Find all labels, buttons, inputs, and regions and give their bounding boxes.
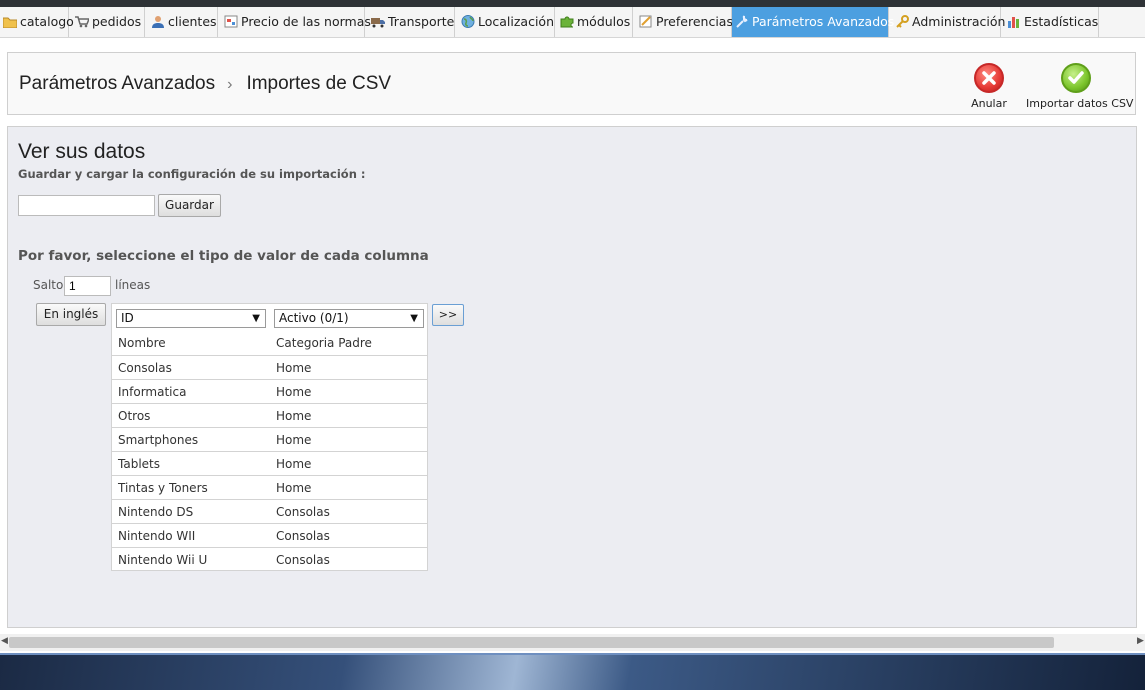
table-cell: Nintendo WII	[118, 529, 196, 543]
save-button[interactable]: Guardar	[158, 194, 221, 217]
scroll-right-icon[interactable]: ▶	[1137, 636, 1144, 646]
tab-pedidos[interactable]: pedidos	[72, 7, 145, 37]
main-panel: Ver sus datos Guardar y cargar la config…	[7, 126, 1137, 628]
breadcrumb-parent[interactable]: Parámetros Avanzados	[19, 73, 215, 94]
scrollbar-thumb[interactable]	[9, 637, 1054, 648]
checkmark-icon	[1061, 63, 1091, 93]
breadcrumb-separator-icon: ›	[227, 76, 233, 93]
table-cell: Tintas y Toners	[118, 481, 208, 495]
table-row: Tintas y Toners Home	[112, 475, 427, 500]
wrench-icon	[735, 9, 749, 28]
config-name-input[interactable]	[18, 195, 155, 216]
tab-modulos[interactable]: módulos	[557, 7, 633, 37]
cancel-x-icon	[974, 63, 1004, 93]
tab-catalogo[interactable]: catalogo	[0, 7, 74, 37]
import-label: Importar datos CSV	[1026, 97, 1134, 110]
cart-icon	[75, 9, 91, 28]
globe-icon	[461, 9, 475, 28]
table-row: Nintendo WII Consolas	[112, 523, 427, 548]
desktop-background	[0, 653, 1145, 690]
tab-label: Parámetros Avanzados	[752, 14, 895, 29]
select-value: ID	[121, 311, 134, 325]
table-cell: Home	[276, 481, 312, 495]
dropdown-arrow-icon: ▼	[410, 313, 418, 324]
select-value: Activo (0/1)	[279, 311, 349, 325]
cancel-label: Anular	[971, 97, 1007, 110]
table-cell: Otros	[118, 409, 151, 423]
breadcrumb: Parámetros Avanzados › Importes de CSV	[19, 73, 391, 95]
page-header: Parámetros Avanzados › Importes de CSV Anu…	[7, 52, 1136, 115]
truck-icon	[371, 9, 385, 28]
next-columns-button[interactable]: >>	[432, 304, 464, 326]
config-subtitle: Guardar y cargar la configuración de su …	[18, 167, 366, 181]
table-row: Nintendo DS Consolas	[112, 499, 427, 524]
column-type-select-1[interactable]: ID ▼	[116, 309, 266, 328]
tab-estadisticas[interactable]: Estadísticas	[1004, 7, 1099, 37]
lines-label: líneas	[115, 278, 151, 292]
tab-label: Transporte	[388, 14, 455, 29]
price-rules-icon	[224, 9, 238, 28]
table-row: Nintendo Wii U Consolas	[112, 547, 427, 572]
table-cell: Categoria Padre	[276, 336, 372, 350]
table-cell: Consolas	[276, 553, 330, 567]
table-cell: Consolas	[276, 529, 330, 543]
table-cell: Smartphones	[118, 433, 199, 447]
tab-label: Administración	[912, 14, 1006, 29]
table-cell: Nombre	[118, 336, 166, 350]
horizontal-scrollbar[interactable]: ◀ ▶	[0, 634, 1145, 651]
section-title: Por favor, seleccione el tipo de valor d…	[18, 248, 429, 264]
table-row: Consolas Home	[112, 355, 427, 380]
dropdown-arrow-icon: ▼	[252, 313, 260, 324]
table-cell: Home	[276, 385, 312, 399]
import-csv-button[interactable]: Importar datos CSV	[1026, 63, 1134, 110]
table-cell: Nintendo Wii U	[118, 553, 208, 567]
table-cell: Home	[276, 457, 312, 471]
table-row: Nombre Categoria Padre	[112, 331, 427, 355]
folder-icon	[2, 9, 18, 29]
table-cell: Home	[276, 433, 312, 447]
tab-clientes[interactable]: clientes	[148, 7, 218, 37]
column-type-select-2[interactable]: Activo (0/1) ▼	[274, 309, 424, 328]
tab-preferencias[interactable]: Preferencias	[636, 7, 733, 37]
tab-label: Estadísticas	[1024, 14, 1099, 29]
tab-label: catalogo	[20, 14, 74, 29]
scroll-left-icon[interactable]: ◀	[1, 636, 8, 646]
preferences-icon	[639, 9, 653, 28]
breadcrumb-current: Importes de CSV	[246, 73, 392, 94]
table-row: Smartphones Home	[112, 427, 427, 452]
user-icon	[151, 9, 165, 28]
table-cell: Home	[276, 409, 312, 423]
table-cell: Informatica	[118, 385, 187, 399]
tab-parametros-avanzados[interactable]: Parámetros Avanzados	[732, 7, 894, 37]
page-title: Ver sus datos	[18, 140, 146, 163]
csv-preview-table: ID ▼ Activo (0/1) ▼ Nombre Categoria Padr…	[111, 303, 428, 571]
key-icon	[895, 9, 909, 28]
puzzle-icon	[560, 9, 574, 28]
main-navigation: catalogo pedidos clientes Precio de las …	[0, 7, 1145, 38]
tab-label: Localización	[478, 14, 555, 29]
tab-label: pedidos	[92, 14, 142, 29]
table-cell: Consolas	[276, 505, 330, 519]
tab-transporte[interactable]: Transporte	[368, 7, 455, 37]
tab-label: Preferencias	[656, 14, 733, 29]
table-row: Informatica Home	[112, 379, 427, 404]
skip-lines-input[interactable]	[64, 276, 111, 296]
tab-label: Precio de las normas	[241, 14, 371, 29]
tab-label: módulos	[577, 14, 631, 29]
table-cell: Home	[276, 361, 312, 375]
table-cell: Consolas	[118, 361, 172, 375]
bar-chart-icon	[1007, 9, 1021, 28]
tab-precio-normas[interactable]: Precio de las normas	[221, 7, 371, 37]
skip-label: Salto	[33, 278, 64, 292]
cancel-button[interactable]: Anular	[969, 63, 1009, 110]
table-row: Otros Home	[112, 403, 427, 428]
table-row: Tablets Home	[112, 451, 427, 476]
english-button[interactable]: En inglés	[36, 303, 106, 326]
tab-administracion[interactable]: Administración	[892, 7, 1005, 37]
tab-localizacion[interactable]: Localización	[458, 7, 555, 37]
table-cell: Nintendo DS	[118, 505, 194, 519]
table-cell: Tablets	[118, 457, 160, 471]
tab-label: clientes	[168, 14, 217, 29]
window-top-bar	[0, 0, 1145, 7]
